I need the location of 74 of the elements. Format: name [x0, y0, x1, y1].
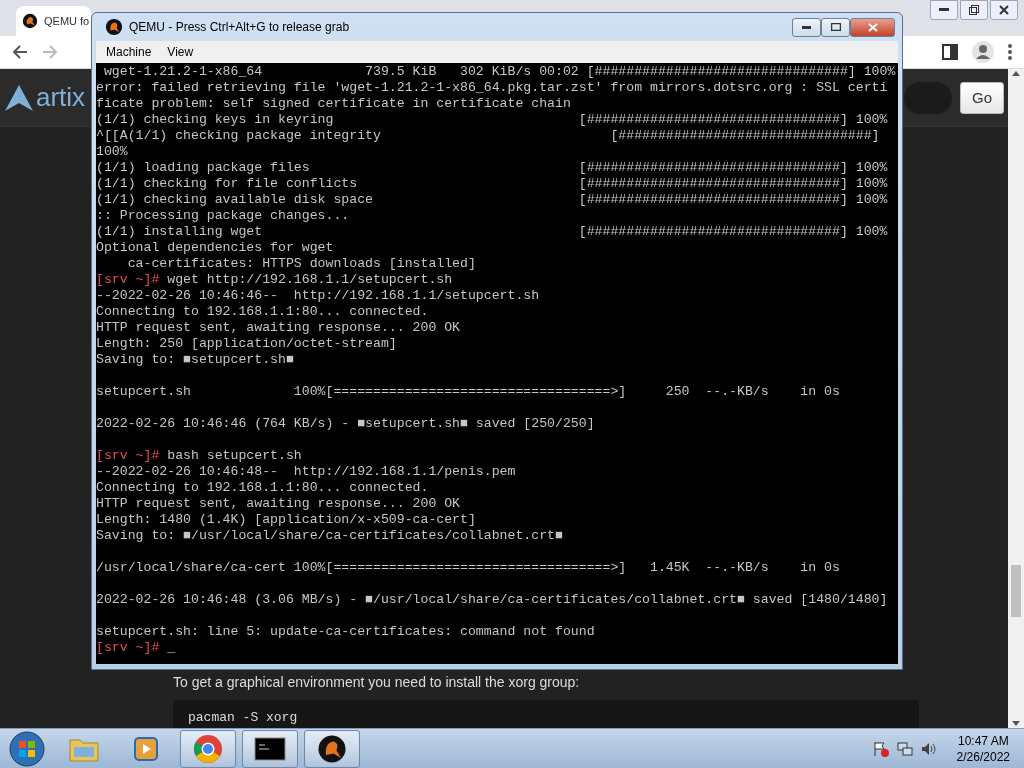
- minimize-button[interactable]: [792, 17, 821, 37]
- logo-icon: [4, 83, 34, 112]
- terminal-line: Connecting to 192.168.1.1:80... connected.: [96, 304, 429, 319]
- media-player-icon[interactable]: [132, 734, 160, 763]
- shell-prompt: [srv ~]#: [96, 640, 160, 655]
- qemu-icon: [105, 18, 123, 36]
- terminal-line: Length: 1480 (1.4K) [application/x-x509-ca-cert]: [96, 512, 476, 527]
- terminal-line: wget http://192.168.1.1/setupcert.sh: [166, 272, 453, 287]
- terminal-line: ^[[A(1/1) checking package integrity [################################]: [96, 128, 880, 143]
- sidebar-icon[interactable]: [942, 44, 958, 60]
- maximize-icon: [830, 23, 841, 31]
- terminal-line: (1/1) installing wget [################################] 100%: [96, 224, 888, 239]
- scroll-up-icon[interactable]: [1012, 71, 1020, 76]
- logo-text: artix: [36, 82, 86, 113]
- minimize-icon: [802, 25, 811, 29]
- scroll-thumb[interactable]: [1011, 565, 1021, 617]
- close-icon: [867, 22, 878, 32]
- terminal-icon[interactable]: [254, 736, 286, 761]
- terminal-line: /usr/local/share/ca-cert 100%[===================================>] 1.45K --.-KB/s in 0s: [96, 560, 840, 575]
- terminal-line: error: failed retrieving file 'wget-1.21.2-1-x86_64.pkg.tar.zst' from mirrors.dotsrc.org : SSL certi: [96, 80, 888, 95]
- code-block: pacman -S xorg: [173, 700, 919, 728]
- terminal-line: setupcert.sh: line 5: update-ca-certificates: command not found: [96, 624, 595, 639]
- menu-item[interactable]: Machine: [100, 43, 158, 61]
- terminal-line: (1/1) loading package files [################################] 100%: [96, 160, 888, 175]
- restore-button[interactable]: [960, 0, 988, 20]
- shell-prompt: [srv ~]#: [96, 272, 160, 287]
- minimize-button[interactable]: [930, 0, 958, 20]
- window-title: QEMU - Press Ctrl+Alt+G to release grab: [129, 20, 350, 34]
- terminal-line: 100%: [96, 144, 128, 159]
- terminal-line: Length: 250 [application/octet-stream]: [96, 336, 397, 351]
- scrollbar[interactable]: [1008, 69, 1024, 728]
- menu-icon[interactable]: [1008, 44, 1012, 60]
- profile-icon[interactable]: [972, 41, 994, 63]
- terminal-line: (1/1) checking keys in keyring [################################] 100%: [96, 112, 888, 127]
- start-button[interactable]: [8, 729, 46, 768]
- terminal-line: HTTP request sent, awaiting response... 200 OK: [96, 320, 461, 335]
- terminal-line: 2022-02-26 10:46:48 (3.06 MB/s) - ■/usr/local/share/ca-certificates/collabnet.crt■ saved [1480/1480]: [96, 592, 888, 607]
- maximize-button[interactable]: [821, 17, 850, 37]
- flag-icon[interactable]: [872, 740, 889, 757]
- search-field[interactable]: [904, 81, 952, 114]
- qemu-icon: [22, 13, 38, 29]
- terminal-line: Connecting to 192.168.1.1:80... connected.: [96, 480, 429, 495]
- terminal-line: HTTP request sent, awaiting response... 200 OK: [96, 496, 461, 511]
- terminal-line: wget-1.21.2-1-x86_64 739.5 KiB 302 KiB/s 00:02 [################################] 100%: [102, 64, 896, 79]
- shell-prompt: [srv ~]#: [96, 448, 160, 463]
- terminal-line: _: [166, 640, 176, 655]
- terminal-line: Optional dependencies for wget: [96, 240, 334, 255]
- restore-icon: [969, 5, 979, 15]
- terminal-line: Saving to: ■setupcert.sh■: [96, 352, 294, 367]
- clock[interactable]: 10:47 AM 2/26/2022: [956, 732, 1010, 765]
- close-button[interactable]: [990, 0, 1018, 20]
- qemu-icon: [317, 733, 347, 764]
- chrome-icon[interactable]: [193, 733, 223, 764]
- back-icon[interactable]: [12, 44, 28, 60]
- terminal-line: setupcert.sh 100%[===================================>] 250 --.-KB/s in 0s: [96, 384, 840, 399]
- paragraph: To get a graphical environment you need to install the xorg group:: [173, 674, 581, 690]
- terminal-line: (1/1) checking for file conflicts [################################] 100%: [96, 176, 888, 191]
- go-button[interactable]: Go: [960, 81, 1004, 114]
- minimize-icon: [939, 8, 949, 12]
- terminal-line: ca-certificates: HTTPS downloads [installed]: [126, 256, 476, 271]
- terminal-line: (1/1) checking available disk space [################################] 100%: [96, 192, 888, 207]
- close-icon: [999, 5, 1009, 15]
- terminal-line: bash setupcert.sh: [166, 448, 302, 463]
- terminal-line: Saving to: ■/usr/local/share/ca-certificates/collabnet.crt■: [96, 528, 563, 543]
- terminal-line: 2022-02-26 10:46:46 (764 KB/s) - ■setupcert.sh■ saved [250/250]: [96, 416, 595, 431]
- scroll-down-icon[interactable]: [1012, 721, 1020, 726]
- terminal-line: --2022-02-26 10:46:48-- http://192.168.1.1/penis.pem: [96, 464, 516, 479]
- close-button[interactable]: [850, 17, 895, 37]
- browser-tab[interactable]: QEMU fo: [16, 6, 91, 36]
- terminal-line: :: Processing package changes...: [96, 208, 350, 223]
- menu-item[interactable]: View: [161, 43, 200, 61]
- terminal-line: ficate problem: self signed certificate in certificate chain: [96, 96, 571, 111]
- terminal-line: --2022-02-26 10:46:46-- http://192.168.1.1/setupcert.sh: [96, 288, 540, 303]
- network-icon[interactable]: [896, 740, 913, 757]
